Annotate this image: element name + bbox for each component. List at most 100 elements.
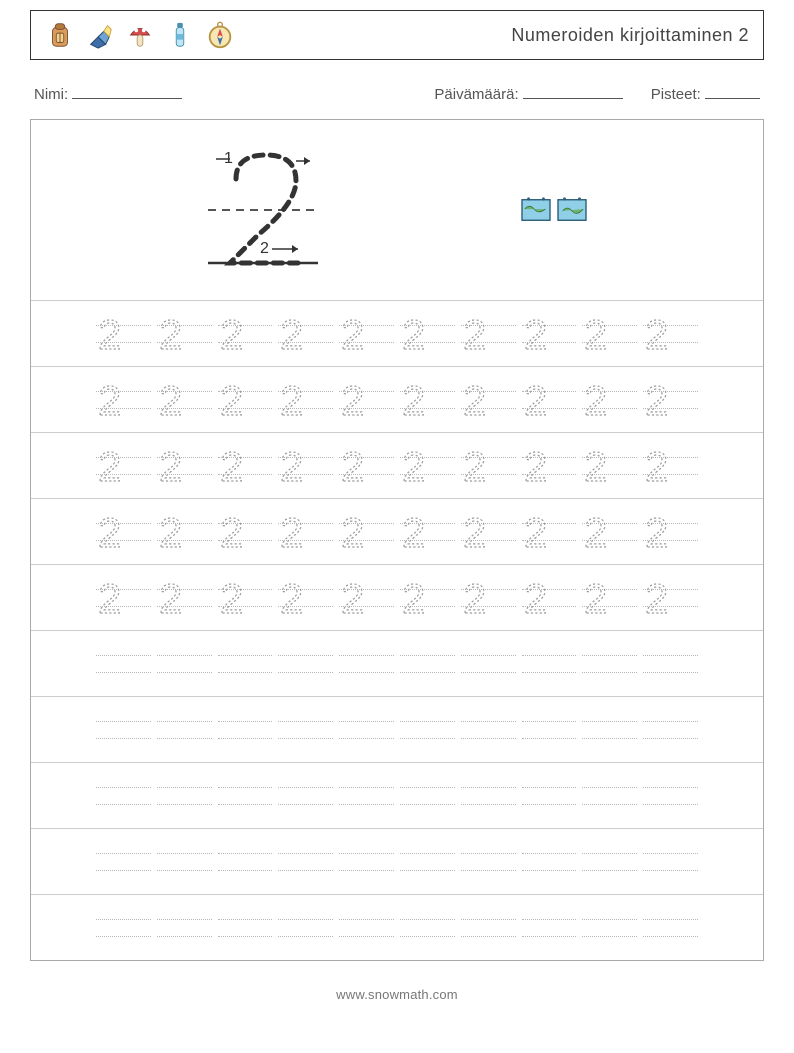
tracing-cell[interactable]: 2 [157,313,212,355]
tracing-cell[interactable] [582,709,637,751]
tracing-cell[interactable]: 2 [461,379,516,421]
tracing-cell[interactable] [582,907,637,949]
tracing-cell[interactable] [218,709,273,751]
tracing-cell[interactable]: 2 [218,577,273,619]
tracing-cell[interactable]: 2 [400,511,455,553]
tracing-cell[interactable] [96,643,151,685]
tracing-cell[interactable]: 2 [157,577,212,619]
tracing-cell[interactable] [400,643,455,685]
tracing-cell[interactable] [278,841,333,883]
tracing-cell[interactable] [643,841,698,883]
tracing-cell[interactable]: 2 [339,379,394,421]
tracing-cell[interactable] [218,775,273,817]
tracing-cell[interactable]: 2 [96,313,151,355]
tracing-cell[interactable] [278,709,333,751]
score-blank[interactable] [705,84,760,99]
tracing-cell[interactable]: 2 [522,577,577,619]
tracing-cell[interactable] [96,907,151,949]
tracing-cell[interactable]: 2 [339,313,394,355]
tracing-cell[interactable]: 2 [96,445,151,487]
tracing-cell[interactable] [522,841,577,883]
tracing-cell[interactable]: 2 [400,445,455,487]
tracing-cell[interactable]: 2 [96,577,151,619]
tracing-cell[interactable] [461,775,516,817]
tracing-cell[interactable]: 2 [461,445,516,487]
tracing-cell[interactable] [400,841,455,883]
tracing-cell[interactable] [157,775,212,817]
tracing-cell[interactable]: 2 [278,577,333,619]
name-blank[interactable] [72,84,182,99]
tracing-cell[interactable] [96,775,151,817]
tracing-cell[interactable]: 2 [278,445,333,487]
tracing-cell[interactable] [582,643,637,685]
tracing-cell[interactable] [96,841,151,883]
tracing-cell[interactable]: 2 [218,313,273,355]
tracing-cell[interactable] [218,907,273,949]
tracing-cell[interactable]: 2 [582,445,637,487]
tracing-cell[interactable]: 2 [157,379,212,421]
tracing-cell[interactable]: 2 [339,445,394,487]
tracing-cell[interactable] [278,775,333,817]
tracing-cell[interactable]: 2 [96,511,151,553]
tracing-cell[interactable]: 2 [522,511,577,553]
tracing-cell[interactable]: 2 [643,445,698,487]
tracing-cell[interactable] [643,907,698,949]
tracing-cell[interactable]: 2 [278,313,333,355]
tracing-cell[interactable] [218,643,273,685]
tracing-cell[interactable] [157,709,212,751]
tracing-cell[interactable]: 2 [96,379,151,421]
tracing-cell[interactable] [339,775,394,817]
tracing-cell[interactable]: 2 [218,445,273,487]
tracing-cell[interactable] [157,907,212,949]
tracing-cell[interactable]: 2 [400,577,455,619]
tracing-cell[interactable] [339,709,394,751]
tracing-cell[interactable]: 2 [218,511,273,553]
tracing-cell[interactable] [157,841,212,883]
tracing-cell[interactable]: 2 [157,511,212,553]
tracing-cell[interactable]: 2 [582,379,637,421]
tracing-cell[interactable]: 2 [582,313,637,355]
tracing-cell[interactable] [339,643,394,685]
tracing-cell[interactable]: 2 [522,445,577,487]
tracing-cell[interactable] [522,709,577,751]
tracing-cell[interactable] [582,841,637,883]
tracing-cell[interactable]: 2 [643,379,698,421]
tracing-cell[interactable] [400,709,455,751]
tracing-cell[interactable]: 2 [400,313,455,355]
tracing-cell[interactable]: 2 [339,511,394,553]
tracing-cell[interactable] [461,709,516,751]
tracing-cell[interactable] [643,775,698,817]
tracing-cell[interactable]: 2 [522,313,577,355]
tracing-cell[interactable] [522,907,577,949]
tracing-cell[interactable] [157,643,212,685]
tracing-cell[interactable] [461,643,516,685]
tracing-cell[interactable]: 2 [461,511,516,553]
tracing-cell[interactable] [339,841,394,883]
tracing-cell[interactable]: 2 [278,511,333,553]
tracing-cell[interactable] [96,709,151,751]
tracing-cell[interactable]: 2 [461,577,516,619]
tracing-cell[interactable]: 2 [522,379,577,421]
tracing-cell[interactable] [339,907,394,949]
tracing-cell[interactable] [461,907,516,949]
tracing-cell[interactable]: 2 [461,313,516,355]
tracing-cell[interactable]: 2 [582,577,637,619]
tracing-cell[interactable]: 2 [218,379,273,421]
tracing-cell[interactable] [400,907,455,949]
tracing-cell[interactable] [643,709,698,751]
tracing-cell[interactable]: 2 [157,445,212,487]
tracing-cell[interactable]: 2 [400,379,455,421]
tracing-cell[interactable] [278,907,333,949]
date-blank[interactable] [523,84,623,99]
tracing-cell[interactable]: 2 [643,577,698,619]
tracing-cell[interactable] [278,643,333,685]
tracing-cell[interactable] [400,775,455,817]
tracing-cell[interactable]: 2 [339,577,394,619]
tracing-cell[interactable] [582,775,637,817]
tracing-cell[interactable] [522,775,577,817]
tracing-cell[interactable] [643,643,698,685]
tracing-cell[interactable]: 2 [643,511,698,553]
tracing-cell[interactable]: 2 [278,379,333,421]
tracing-cell[interactable]: 2 [582,511,637,553]
tracing-cell[interactable] [522,643,577,685]
